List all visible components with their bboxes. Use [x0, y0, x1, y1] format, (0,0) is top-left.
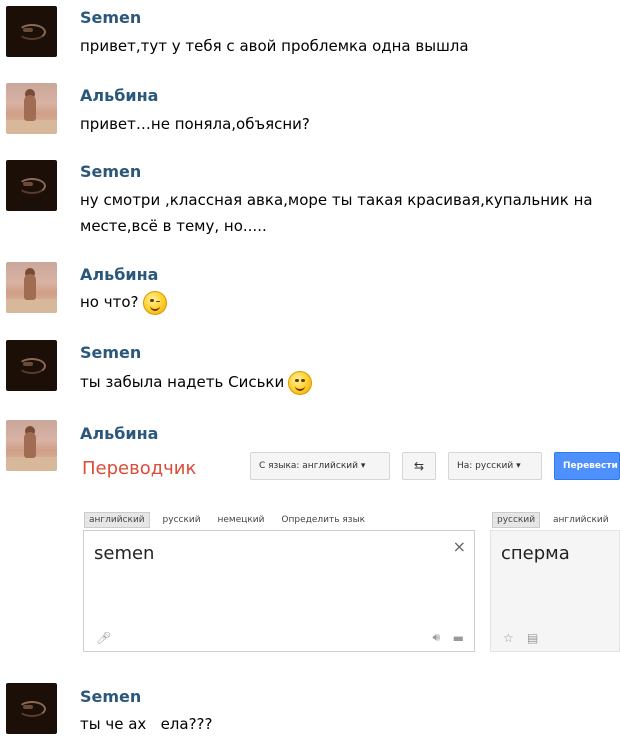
swap-icon: ⇆ [413, 459, 425, 473]
tab-russian[interactable]: русский [159, 513, 205, 527]
message-text: привет,тут у тебя с авой проблемка одна … [80, 37, 469, 55]
message-text-content: ты забыла надеть Сиськи [80, 373, 285, 391]
tab-english-target[interactable]: английский [549, 513, 613, 527]
translate-button[interactable]: Перевести [554, 452, 620, 480]
sender-name[interactable]: Semen [80, 8, 141, 27]
sender-name[interactable]: Semen [80, 162, 141, 181]
source-language-label: С языка: английский [259, 461, 358, 471]
copy-icon[interactable]: ▤ [527, 631, 538, 645]
avatar[interactable] [6, 262, 57, 313]
source-language-button[interactable]: С языка: английский ▾ [250, 452, 390, 480]
message-text: привет…не поняла,объясни? [80, 115, 310, 133]
target-language-button[interactable]: На: русский ▾ [448, 452, 542, 480]
speaker-icon[interactable]: 🔊︎ [432, 630, 440, 645]
smile-emoji-icon [288, 370, 313, 395]
tab-english[interactable]: английский [84, 512, 150, 528]
swap-languages-button[interactable]: ⇆ [402, 452, 436, 480]
sender-name[interactable]: Semen [80, 687, 141, 706]
sender-name[interactable]: Альбина [80, 86, 158, 105]
microphone-icon[interactable]: 🎤︎ [96, 631, 111, 645]
avatar[interactable] [6, 6, 57, 57]
avatar[interactable] [6, 340, 57, 391]
avatar[interactable] [6, 420, 57, 471]
keyboard-icon[interactable]: ▬ [453, 631, 464, 645]
message-text: ты че ах ела??? [80, 715, 213, 733]
sender-name[interactable]: Альбина [80, 265, 158, 284]
translation-box: сперма ☆ ▤ [490, 530, 620, 652]
sender-name[interactable]: Semen [80, 343, 141, 362]
tab-german[interactable]: немецкий [214, 513, 269, 527]
target-language-label: На: русский [457, 461, 514, 471]
avatar[interactable] [6, 83, 57, 134]
source-language-tabs: английский русский немецкий Определить я… [84, 512, 375, 528]
source-text-box[interactable]: semen × 🎤︎ 🔊︎ ▬ [83, 530, 475, 652]
message-text: но что? [80, 290, 167, 315]
target-language-tabs: русский английский [492, 512, 620, 528]
message-text-line-1: ну смотри ,классная авка,море ты такая к… [80, 191, 593, 209]
translation-text: сперма [501, 543, 570, 564]
message-text: ты забыла надеть Сиськи [80, 370, 313, 395]
tab-detect-language[interactable]: Определить язык [277, 513, 369, 527]
star-icon[interactable]: ☆ [503, 631, 514, 645]
message-text-line-2: месте,всё в тему, но..... [80, 217, 267, 235]
clear-icon[interactable]: × [453, 537, 466, 556]
avatar[interactable] [6, 160, 57, 211]
sender-name[interactable]: Альбина [80, 424, 158, 443]
message-text-content: но что? [80, 293, 139, 311]
tab-russian-target[interactable]: русский [492, 512, 541, 528]
source-text: semen [94, 543, 155, 564]
wink-emoji-icon [142, 290, 167, 315]
avatar[interactable] [6, 683, 57, 734]
translator-title: Переводчик [82, 458, 197, 479]
